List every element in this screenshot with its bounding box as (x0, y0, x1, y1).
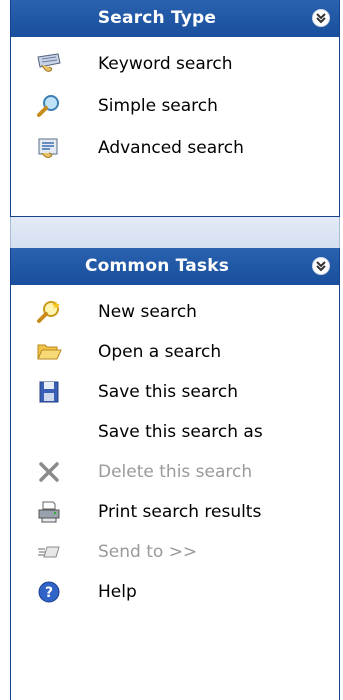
new-search-label: New search (98, 302, 197, 322)
common-tasks-header[interactable]: Common Tasks (11, 248, 339, 285)
send-to-label: Send to >> (98, 542, 198, 562)
collapse-chevron-icon[interactable] (312, 9, 330, 27)
send-to-icon (36, 539, 62, 565)
common-tasks-panel: Common Tasks New search Open a search Sa… (10, 248, 340, 700)
open-search-label: Open a search (98, 342, 222, 362)
keyword-search-link[interactable]: Keyword search (11, 43, 339, 85)
delete-search-link: Delete this search (11, 451, 339, 491)
help-label: Help (98, 582, 137, 602)
panel-separator (10, 217, 340, 248)
delete-x-icon (36, 459, 62, 485)
advanced-search-icon (36, 135, 62, 161)
keyword-search-label: Keyword search (98, 54, 233, 74)
new-search-link[interactable]: New search (11, 291, 339, 331)
simple-search-label: Simple search (98, 96, 218, 116)
common-tasks-title: Common Tasks (84, 256, 230, 276)
save-search-label: Save this search (98, 382, 239, 402)
advanced-search-label: Advanced search (98, 138, 244, 158)
collapse-chevron-icon[interactable] (312, 257, 330, 275)
search-type-header[interactable]: Search Type (11, 0, 339, 37)
save-search-as-link[interactable]: Save this search as (11, 411, 339, 451)
new-search-icon (36, 299, 62, 325)
help-link[interactable]: ? Help (11, 571, 339, 611)
send-to-link: Send to >> (11, 531, 339, 571)
svg-text:?: ? (45, 585, 53, 601)
delete-search-label: Delete this search (98, 462, 253, 482)
save-search-as-label: Save this search as (98, 422, 263, 442)
save-search-link[interactable]: Save this search (11, 371, 339, 411)
folder-open-icon (36, 339, 62, 365)
simple-search-link[interactable]: Simple search (11, 85, 339, 127)
floppy-disk-icon (36, 379, 62, 405)
print-results-link[interactable]: Print search results (11, 491, 339, 531)
search-type-title: Search Type (97, 8, 217, 28)
keyboard-icon (36, 51, 62, 77)
search-type-panel: Search Type Keyword search Simple search… (10, 0, 340, 217)
open-search-link[interactable]: Open a search (11, 331, 339, 371)
magnifier-icon (36, 93, 62, 119)
print-results-label: Print search results (98, 502, 262, 522)
help-icon: ? (36, 579, 62, 605)
printer-icon (36, 499, 62, 525)
advanced-search-link[interactable]: Advanced search (11, 127, 339, 169)
